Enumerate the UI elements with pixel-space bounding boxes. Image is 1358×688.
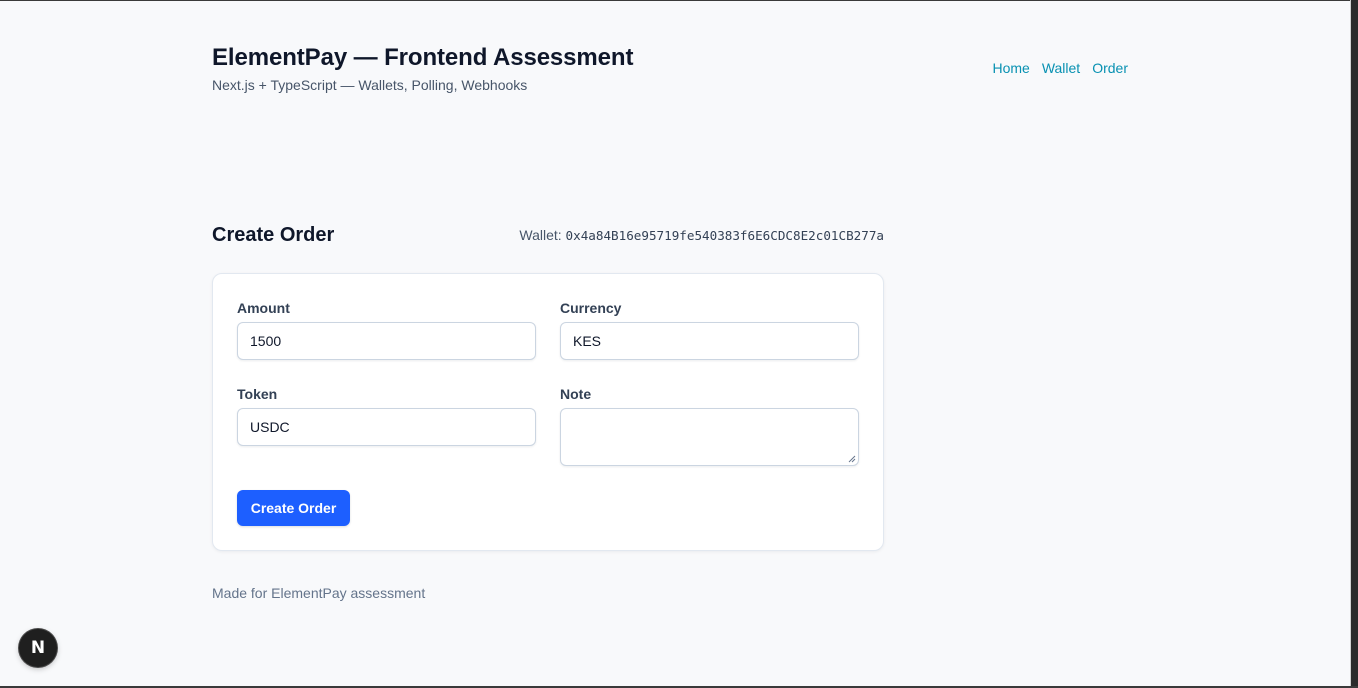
nextjs-icon: N (30, 638, 46, 658)
token-input[interactable]: USDC (237, 408, 536, 446)
nextjs-dev-indicator[interactable]: N (19, 629, 57, 667)
app-header: ElementPay — Frontend Assessment Next.js… (212, 44, 1128, 93)
create-order-form: Amount 1500 Currency KES Token USDC Note… (212, 273, 884, 551)
nav-link-wallet[interactable]: Wallet (1042, 60, 1080, 76)
currency-input[interactable]: KES (560, 322, 859, 360)
token-label: Token (237, 386, 278, 402)
amount-input[interactable]: 1500 (237, 322, 536, 360)
create-order-header: Create Order Wallet: 0x4a84B16e95719fe54… (212, 224, 884, 250)
window-top-border (0, 0, 1358, 1)
window-scrollbar-edge (1350, 0, 1358, 688)
nav-link-order[interactable]: Order (1092, 60, 1128, 76)
amount-label: Amount (237, 300, 290, 316)
note-textarea[interactable] (560, 408, 859, 466)
wallet-info: Wallet: 0x4a84B16e95719fe540383f6E6CDC8E… (519, 227, 884, 243)
page-title: Create Order (212, 224, 335, 246)
footer-text: Made for ElementPay assessment (212, 585, 426, 601)
app-title: ElementPay — Frontend Assessment (212, 44, 634, 71)
wallet-address: 0x4a84B16e95719fe540383f6E6CDC8E2c01CB27… (565, 228, 884, 243)
currency-label: Currency (560, 300, 622, 316)
top-nav: Home Wallet Order (992, 60, 1128, 76)
app-subtitle: Next.js + TypeScript — Wallets, Polling,… (212, 77, 528, 93)
note-label: Note (560, 386, 592, 402)
nav-link-home[interactable]: Home (992, 60, 1029, 76)
create-order-button[interactable]: Create Order (237, 490, 350, 526)
resize-grip-icon[interactable] (848, 455, 856, 463)
wallet-label: Wallet: (519, 227, 562, 243)
